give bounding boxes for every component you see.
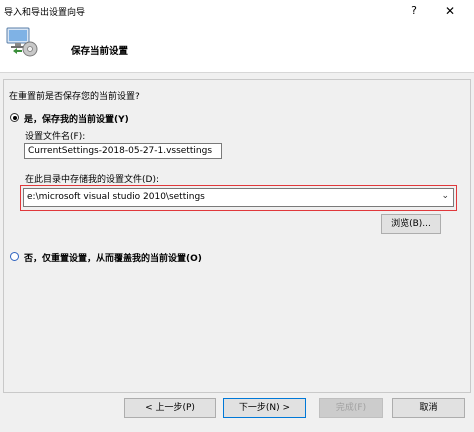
radio-overwrite-settings[interactable] <box>10 252 19 261</box>
save-question-label: 在重置前是否保存您的当前设置? <box>9 92 140 102</box>
radio-save-settings-label[interactable]: 是，保存我的当前设置(Y) <box>24 112 129 125</box>
directory-value: e:\microsoft visual studio 2010\settings <box>27 192 205 202</box>
directory-label: 在此目录中存储我的设置文件(D): <box>25 175 159 185</box>
cancel-button[interactable]: 取消 <box>392 398 465 418</box>
directory-combobox[interactable]: e:\microsoft visual studio 2010\settings… <box>23 188 454 207</box>
finish-button[interactable]: 完成(F) <box>319 398 383 418</box>
window-title: 导入和导出设置向导 <box>4 8 86 18</box>
close-button[interactable]: ✕ <box>436 3 464 19</box>
radio-save-settings[interactable] <box>10 113 19 122</box>
help-button[interactable]: ? <box>404 3 424 19</box>
content-frame <box>3 79 471 393</box>
title-bar: 导入和导出设置向导 ? ✕ <box>0 0 474 22</box>
computer-settings-icon <box>6 27 38 57</box>
prev-button[interactable]: < 上一步(P) <box>124 398 216 418</box>
filename-label: 设置文件名(F): <box>25 132 86 142</box>
next-button[interactable]: 下一步(N) > <box>223 398 306 418</box>
filename-input[interactable] <box>24 143 222 159</box>
browse-button[interactable]: 浏览(B)... <box>381 214 441 234</box>
radio-overwrite-settings-label[interactable]: 否，仅重置设置，从而覆盖我的当前设置(O) <box>24 251 202 264</box>
chevron-down-icon[interactable]: ⌄ <box>441 191 449 201</box>
wizard-header: 保存当前设置 <box>0 22 474 73</box>
page-heading: 保存当前设置 <box>71 46 129 57</box>
